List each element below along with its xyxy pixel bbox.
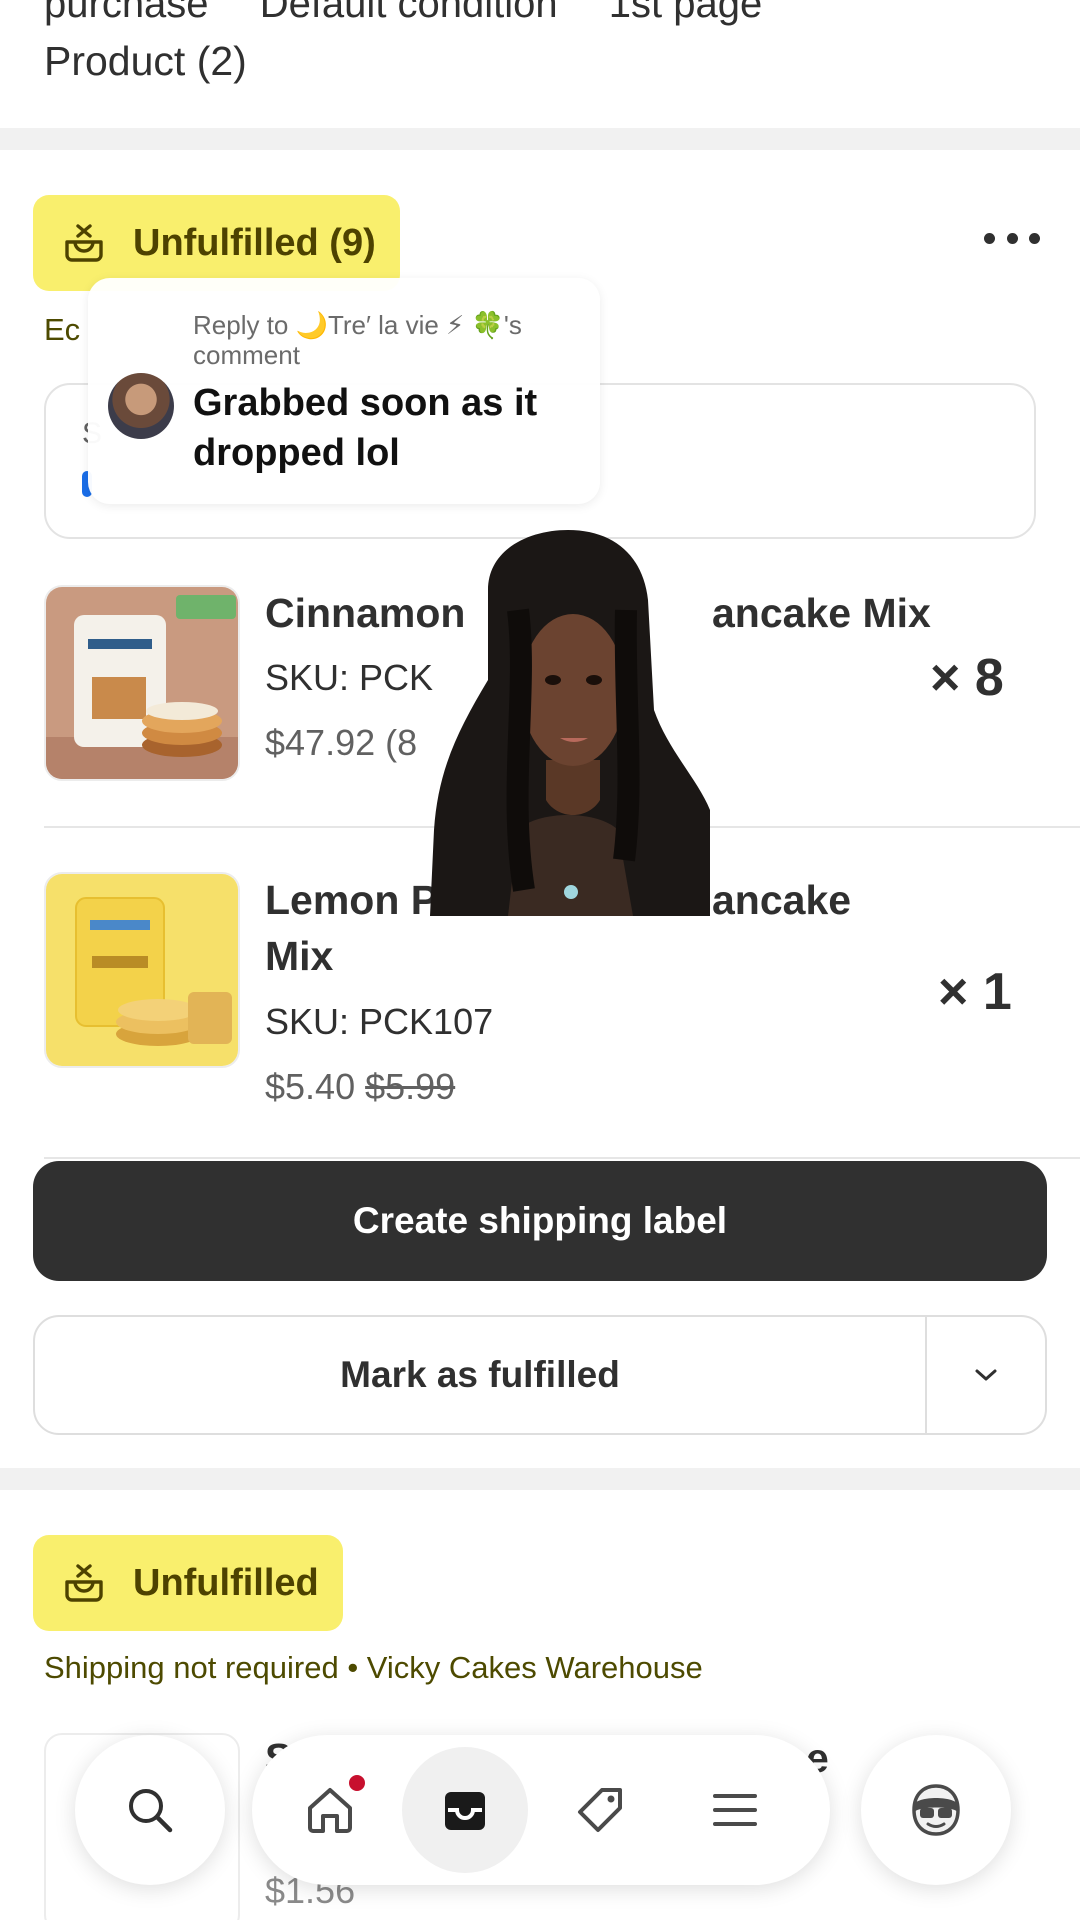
unfulfilled-badge: Unfulfilled: [33, 1535, 343, 1631]
section-divider: [0, 128, 1080, 150]
bottom-nav-bar: [252, 1735, 830, 1885]
item-name-right: ancake: [712, 877, 852, 923]
creator-video-overlay: [430, 530, 710, 916]
item-divider: [44, 1157, 1080, 1159]
item-quantity: × 8: [930, 649, 1004, 707]
lemon-mix-image: [46, 874, 238, 1066]
nav-search-button[interactable]: [75, 1735, 225, 1885]
more-actions-dropdown[interactable]: [927, 1317, 1045, 1433]
item-name-right: ancake Mix: [712, 590, 931, 636]
nav-products[interactable]: [535, 1735, 665, 1885]
product-thumbnail-lemon[interactable]: [44, 872, 240, 1068]
nav-orders[interactable]: [400, 1735, 530, 1885]
nav-menu[interactable]: [670, 1735, 800, 1885]
notification-dot: [347, 1773, 367, 1793]
unfulfilled-badge-label: Unfulfilled (9): [133, 221, 376, 264]
tag-purchase: purchase: [44, 0, 209, 26]
basket-icon: [65, 224, 103, 262]
home-icon: [308, 1788, 352, 1833]
reply-comment-bubble: Reply to 🌙Tre′ la vie ⚡ 🍀's comment Grab…: [88, 278, 600, 504]
fulfillment-location: Shipping not required • Vicky Cakes Ware…: [44, 1650, 703, 1685]
more-options-icon[interactable]: [984, 226, 1040, 250]
reply-to-label: Reply to 🌙Tre′ la vie ⚡ 🍀's comment: [193, 310, 522, 370]
reply-comment-text: Grabbed soon as it dropped lol: [193, 382, 538, 474]
item-quantity: × 1: [938, 963, 1012, 1021]
item-discounted-price: $5.40: [265, 1066, 356, 1107]
cinnamon-mix-image: [46, 587, 238, 779]
item-price: $47.92 (8: [265, 722, 418, 763]
sidekick-icon: [912, 1784, 960, 1836]
item-original-price: $5.99: [365, 1066, 456, 1107]
basket-icon: [65, 1564, 103, 1602]
product-count: Product (2): [44, 38, 247, 84]
item-sku: SKU: PCK107: [265, 1001, 494, 1042]
section-divider: [0, 1468, 1080, 1490]
tag-first-page: 1st page: [608, 0, 763, 26]
chevron-down-icon: [975, 1369, 997, 1381]
top-tags-row: purchase Default condition 1st page: [44, 0, 802, 27]
item-name-line2: Mix: [265, 933, 334, 979]
menu-icon: [713, 1794, 757, 1826]
search-icon: [129, 1789, 173, 1833]
nav-home[interactable]: [265, 1735, 395, 1885]
unfulfilled-badge: Unfulfilled (9): [33, 195, 400, 291]
mark-as-fulfilled-button[interactable]: Mark as fulfilled: [35, 1317, 927, 1433]
item-sku: SKU: PCK: [265, 657, 434, 698]
unfulfilled-badge-label: Unfulfilled: [133, 1561, 319, 1604]
create-shipping-label-button[interactable]: Create shipping label: [33, 1161, 1047, 1281]
product-thumbnail-cinnamon[interactable]: [44, 585, 240, 781]
nav-sidekick-button[interactable]: [861, 1735, 1011, 1885]
item-price: $5.40 $5.99: [265, 1066, 455, 1108]
tag-default-condition: Default condition: [259, 0, 558, 26]
orders-icon: [445, 1792, 485, 1830]
mark-fulfilled-split-button: Mark as fulfilled: [33, 1315, 1047, 1435]
avatar: [108, 373, 174, 439]
tag-icon: [578, 1788, 622, 1832]
fulfillment-location: Ec: [44, 312, 81, 347]
